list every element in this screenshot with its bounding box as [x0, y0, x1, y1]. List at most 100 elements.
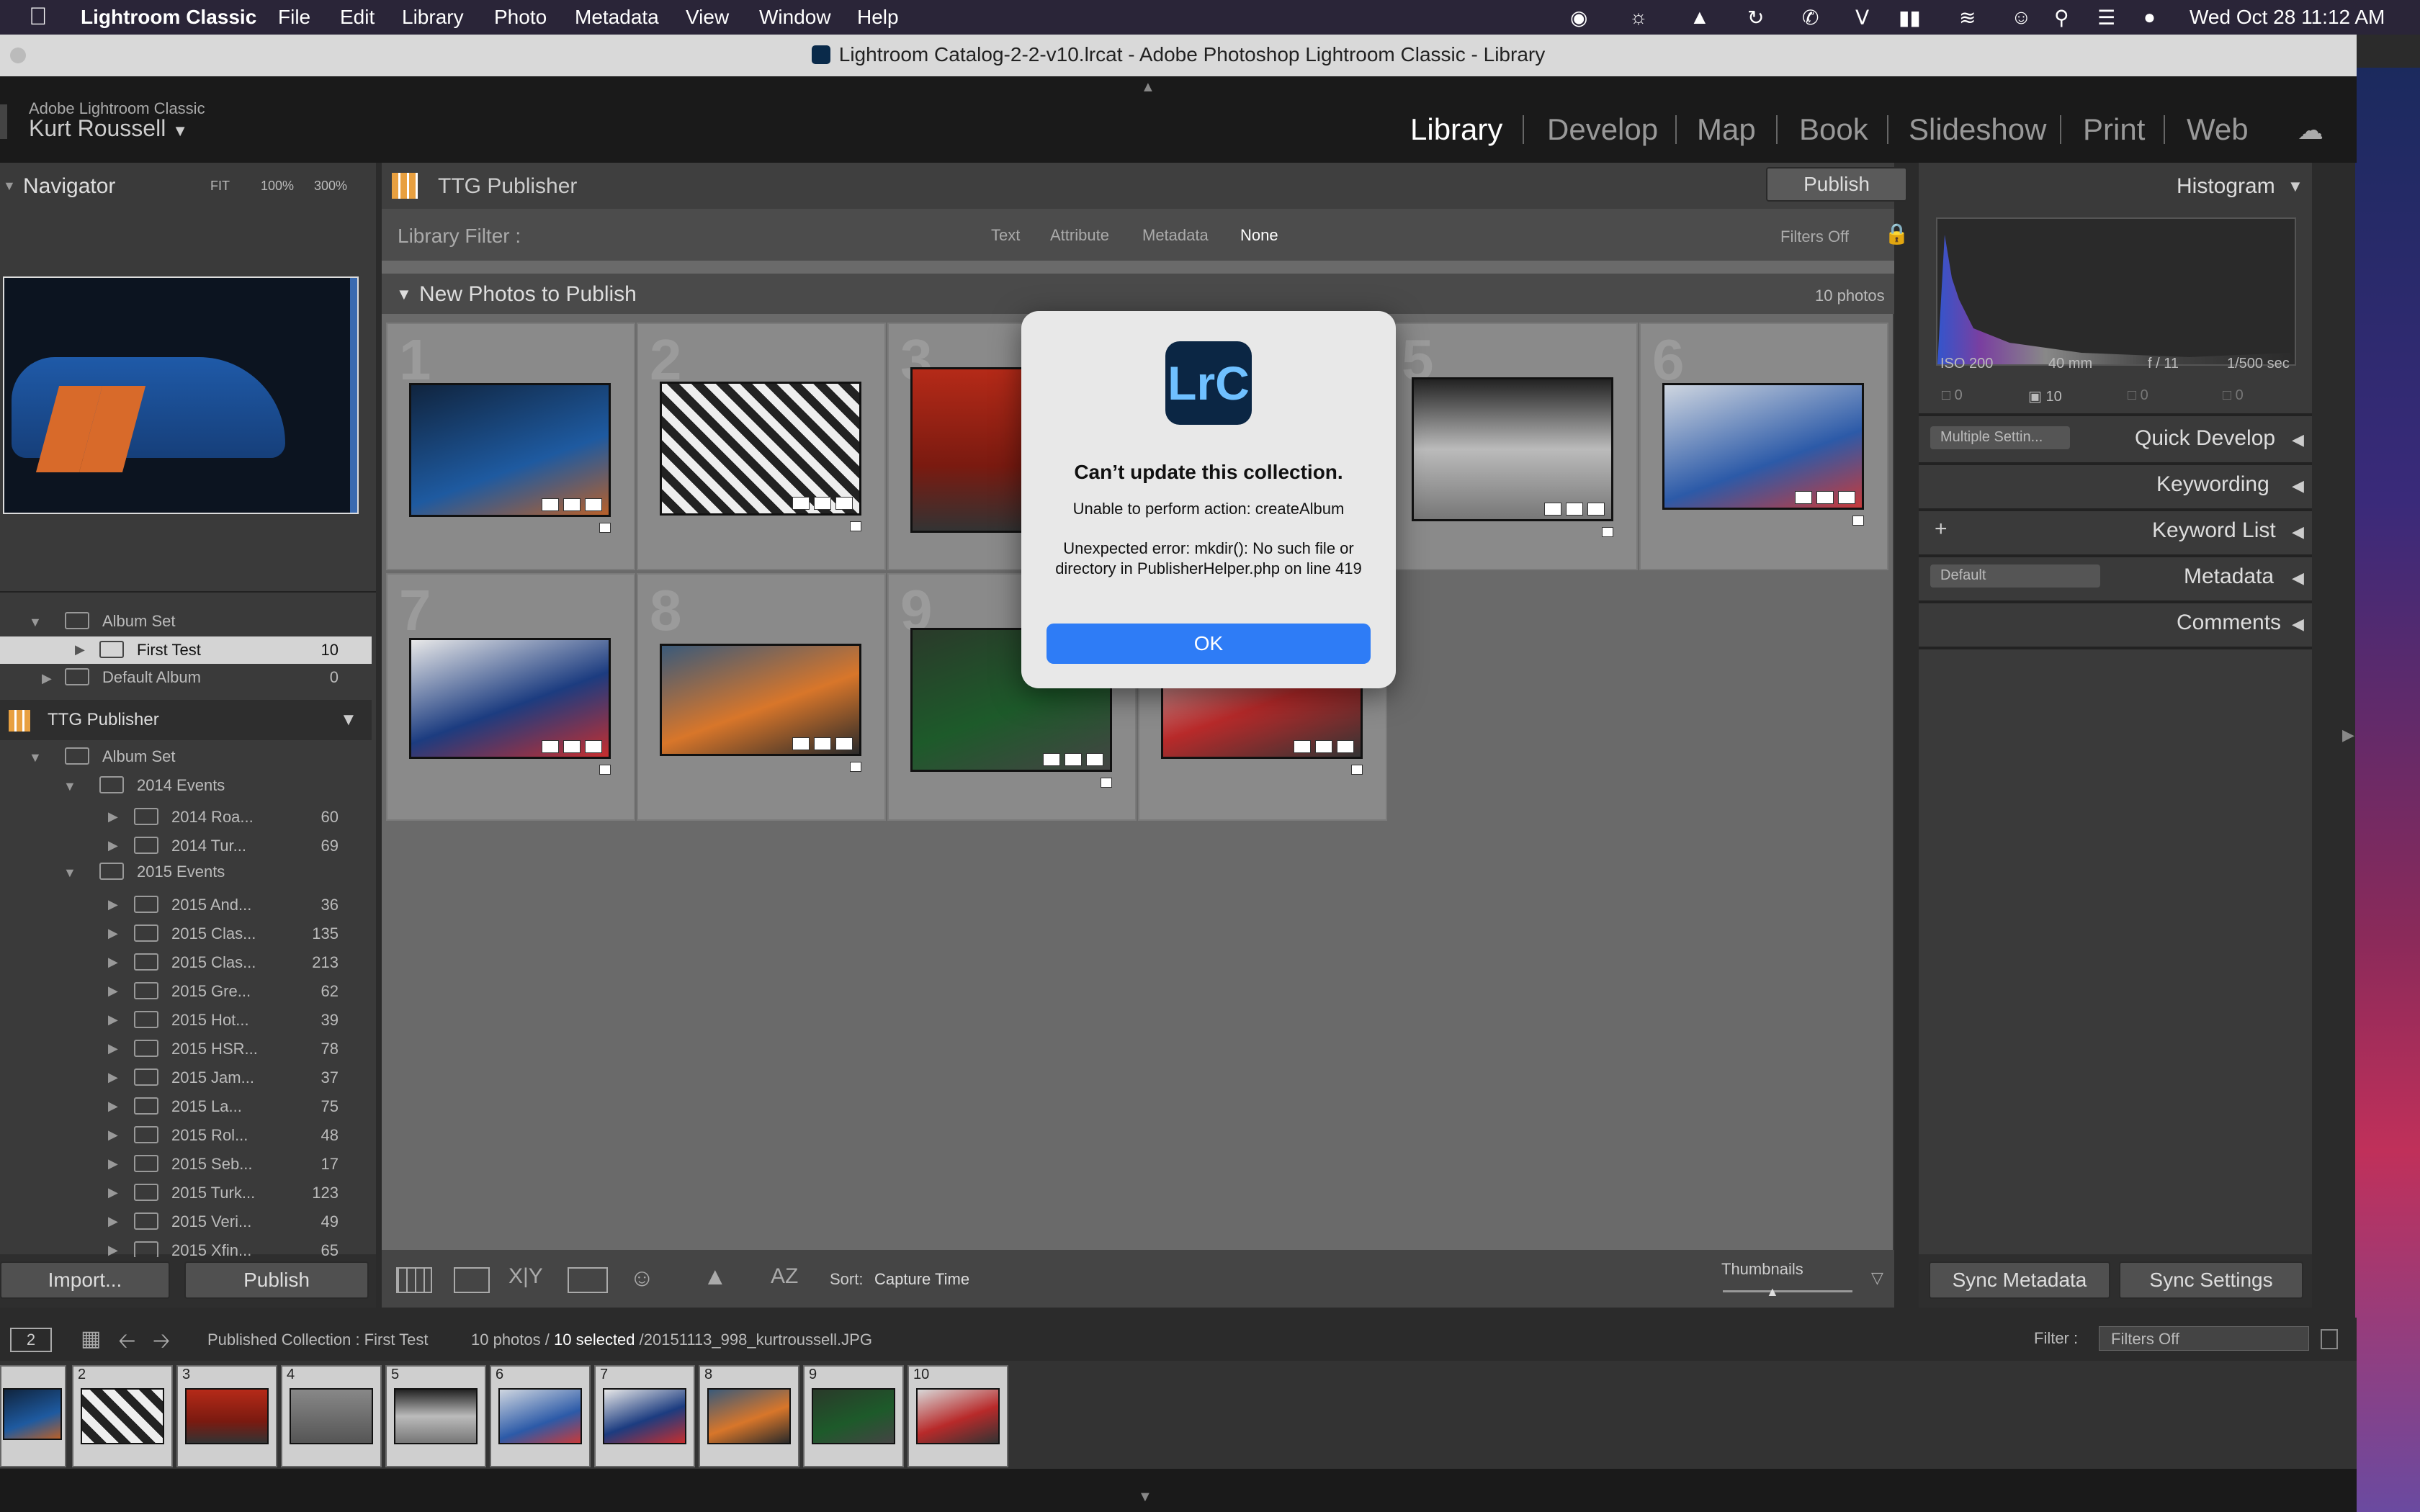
filmstrip-thumbnail[interactable] [916, 1388, 1000, 1444]
source-path[interactable]: Published Collection : First Test [207, 1331, 429, 1349]
navigator-title[interactable]: Navigator [23, 174, 115, 199]
keyword-badge-icon[interactable] [1043, 753, 1060, 766]
publish-status-icon[interactable] [850, 762, 861, 772]
expand-icon[interactable]: ▶ [108, 984, 118, 999]
grid-cell[interactable]: 1 [386, 323, 635, 570]
histogram-collapse-icon[interactable]: ▼ [2287, 177, 2303, 196]
filmstrip-thumbnail[interactable] [498, 1388, 582, 1444]
collection-row-selected[interactable]: ▶ First Test 10 [0, 636, 372, 664]
keyword-badge-icon[interactable] [792, 737, 810, 750]
navigator-collapse-icon[interactable]: ▼ [3, 179, 16, 194]
collection-badge-icon[interactable] [563, 740, 581, 753]
module-develop[interactable]: Develop [1547, 112, 1658, 147]
module-slideshow[interactable]: Slideshow [1909, 112, 2046, 147]
histogram-title[interactable]: Histogram [2177, 174, 2275, 199]
list-item[interactable]: ▶ 2015 HSR... 78 [0, 1035, 372, 1064]
publish-status-icon[interactable] [599, 523, 611, 533]
thumbnail-slider-knob[interactable]: ▲ [1766, 1284, 1779, 1300]
sync-metadata-button[interactable]: Sync Metadata [1929, 1261, 2110, 1299]
filmstrip-cell[interactable]: 7 [594, 1365, 695, 1467]
keyword-badge-icon[interactable] [542, 740, 559, 753]
grid-cell[interactable]: 8 [637, 573, 886, 821]
time-machine-icon[interactable]: ↻ [1747, 6, 1764, 30]
filmstrip-cell[interactable]: 8 [699, 1365, 799, 1467]
metadata-expand-icon[interactable]: ◀ [2292, 569, 2304, 588]
develop-badge-icon[interactable] [835, 737, 853, 750]
publish-status-icon[interactable] [1351, 765, 1363, 775]
grid-scrollbar[interactable] [1893, 314, 1894, 1250]
list-item[interactable]: ▶ 2015 Veri... 49 [0, 1208, 372, 1237]
keyword-badge-icon[interactable] [792, 497, 810, 510]
sort-select[interactable]: Capture Time [874, 1270, 969, 1289]
publish-status-icon[interactable] [1602, 527, 1613, 537]
status-icon-a[interactable]: ◉ [1570, 6, 1587, 30]
filmstrip-thumbnail[interactable] [3, 1388, 62, 1440]
filmstrip-thumbnail[interactable] [185, 1388, 269, 1444]
cloud-sync-icon[interactable]: ☁ [2298, 115, 2323, 145]
album-set-collapse-icon[interactable]: ▼ [29, 750, 42, 765]
develop-badge-icon[interactable] [585, 498, 602, 511]
set-collapse-icon[interactable]: ▼ [63, 865, 76, 881]
user-name[interactable]: Kurt Roussell ▼ [29, 115, 188, 142]
filmstrip-thumbnail[interactable] [812, 1388, 895, 1444]
expand-icon[interactable]: ▶ [75, 642, 85, 657]
filmstrip-cell[interactable]: 5 [385, 1365, 486, 1467]
grid-cell[interactable]: 2 [637, 323, 886, 570]
siri-icon[interactable]: ● [2143, 6, 2156, 29]
expand-icon[interactable]: ▶ [108, 1243, 118, 1257]
menu-datetime[interactable]: Wed Oct 28 11:12 AM [2190, 6, 2385, 29]
lock-icon[interactable]: 🔒 [1884, 222, 1909, 246]
control-center-icon[interactable]: ☰ [2097, 6, 2115, 30]
window-close-button[interactable] [10, 48, 26, 63]
keyword-list-expand-icon[interactable]: ◀ [2292, 523, 2304, 541]
set-label-2014[interactable]: 2014 Events [137, 776, 225, 795]
menu-metadata[interactable]: Metadata [575, 6, 659, 29]
loupe-view-icon[interactable] [454, 1267, 490, 1293]
second-window-button[interactable]: 2 [10, 1328, 52, 1352]
develop-badge-icon[interactable] [1086, 753, 1103, 766]
publish-status-icon[interactable] [850, 521, 861, 531]
battery-icon[interactable]: ▮▮ [1899, 6, 1921, 30]
expand-icon[interactable]: ▶ [108, 1099, 118, 1114]
filter-none[interactable]: None [1240, 226, 1278, 245]
bluetooth-icon[interactable]: ᐯ [1855, 6, 1869, 30]
section-header[interactable]: ▼ New Photos to Publish 10 photos [382, 274, 1894, 314]
expand-icon[interactable]: ▶ [108, 838, 118, 853]
forward-arrow-icon[interactable]: 🡢 [153, 1325, 170, 1362]
wifi-icon[interactable]: ≋ [1959, 6, 1976, 30]
zoom-100[interactable]: 100% [261, 179, 294, 194]
right-panel-scrollbar[interactable] [2316, 163, 2329, 1308]
develop-badge-icon[interactable] [1838, 491, 1855, 504]
navigator-preview[interactable] [3, 276, 359, 514]
grid-cell[interactable]: 7 [386, 573, 635, 821]
develop-badge-icon[interactable] [1337, 740, 1354, 753]
list-item[interactable]: ▶ 2015 Clas... 135 [0, 920, 372, 949]
photo-thumbnail[interactable] [1412, 377, 1613, 521]
album-set-collapse-icon[interactable]: ▼ [29, 615, 42, 630]
photo-thumbnail[interactable] [1662, 383, 1864, 510]
grid-icon[interactable]: ▦ [81, 1326, 101, 1351]
list-item[interactable]: ▶ 2015 Seb... 17 [0, 1151, 372, 1179]
expand-icon[interactable]: ▶ [108, 897, 118, 912]
search-icon[interactable]: ⚲ [2054, 6, 2069, 30]
filmstrip-thumbnail[interactable] [290, 1388, 373, 1444]
menu-edit[interactable]: Edit [340, 6, 375, 29]
list-item[interactable]: ▶ 2015 La... 75 [0, 1093, 372, 1122]
develop-badge-icon[interactable] [1587, 503, 1605, 516]
metadata-preset-select[interactable]: Default [1930, 564, 2100, 588]
people-view-icon[interactable]: ☺ [629, 1264, 655, 1292]
module-map[interactable]: Map [1697, 112, 1756, 147]
publish-status-icon[interactable] [1852, 516, 1864, 526]
set-collapse-icon[interactable]: ▼ [63, 779, 76, 794]
quick-develop-expand-icon[interactable]: ◀ [2292, 431, 2304, 449]
comments-expand-icon[interactable]: ◀ [2292, 615, 2304, 634]
menu-view[interactable]: View [686, 6, 729, 29]
set-label-2015[interactable]: 2015 Events [137, 863, 225, 881]
keywording-expand-icon[interactable]: ◀ [2292, 477, 2304, 495]
comments-title[interactable]: Comments [2177, 611, 2281, 635]
filmstrip-cell[interactable]: 6 [490, 1365, 591, 1467]
collection-badge-icon[interactable] [814, 737, 831, 750]
zoom-300[interactable]: 300% [314, 179, 347, 194]
keyword-list-title[interactable]: Keyword List [2152, 518, 2276, 543]
filmstrip-thumbnail[interactable] [394, 1388, 478, 1444]
